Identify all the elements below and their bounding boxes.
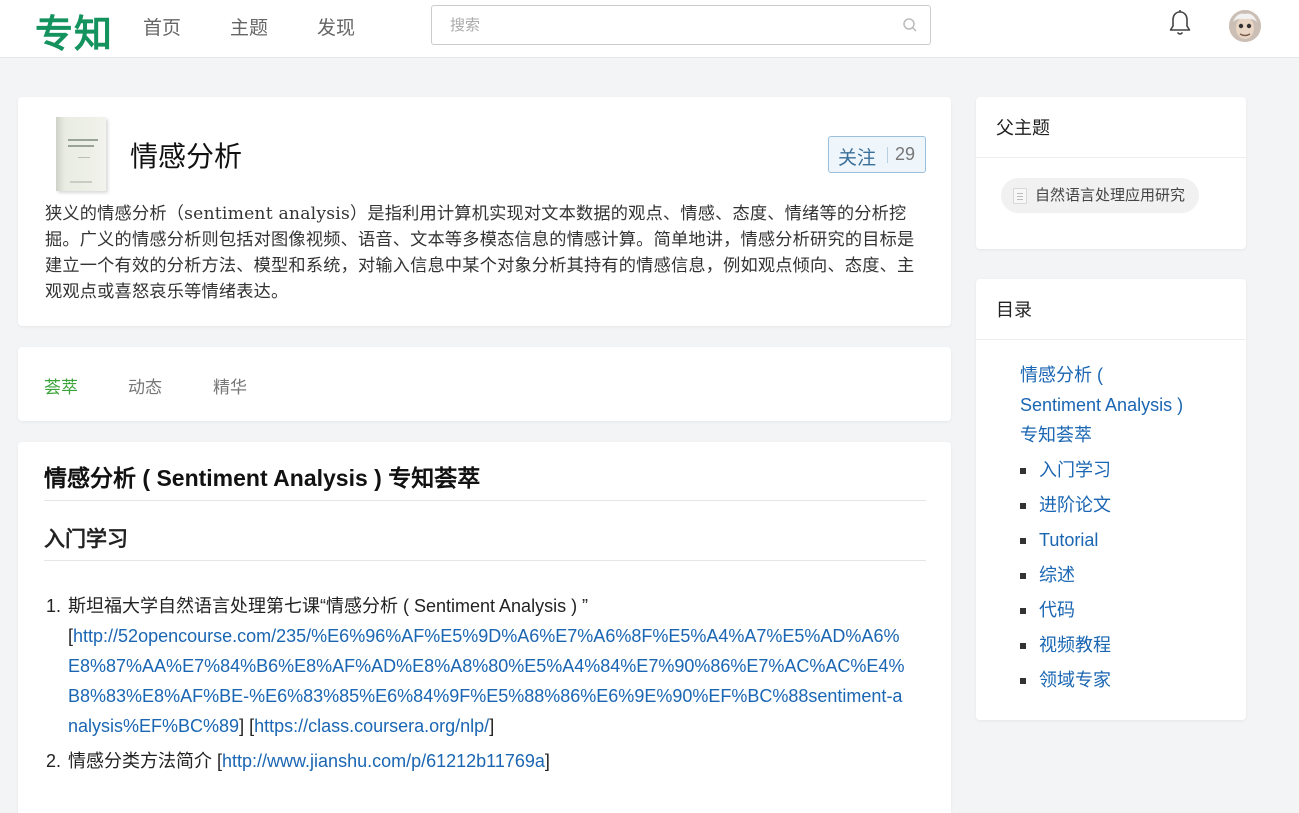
parent-topic-label: 自然语言处理应用研究 [1035,187,1186,204]
bell-icon[interactable] [1167,9,1193,37]
site-logo[interactable]: 专知 [35,3,113,58]
tab-activity[interactable]: 动态 [128,373,162,398]
search-box [431,5,931,45]
divider [976,339,1246,340]
toc-link-experts[interactable]: 领域专家 [1039,670,1111,690]
resource-link[interactable]: https://class.coursera.org/nlp/ [254,716,489,736]
document-icon [1013,188,1027,204]
toc-link-survey[interactable]: 综述 [1039,565,1075,585]
list-number: 2. [46,751,62,771]
list-item: 2. 情感分类方法简介 [http://www.jianshu.com/p/61… [46,746,906,776]
resource-link[interactable]: http://www.jianshu.com/p/61212b11769a [222,751,545,771]
divider [44,500,926,501]
table-of-contents-card: 目录 情感分析 ( Sentiment Analysis ) 专知荟萃 入门学习… [976,279,1246,720]
toc-title: 目录 [996,300,1032,320]
nav-discover[interactable]: 发现 [317,13,355,40]
toc-list: 入门学习 进阶论文 Tutorial 综述 代码 视频教程 领域专家 [1020,455,1111,700]
resource-list: 1. 斯坦福大学自然语言处理第七课“情感分析 ( Sentiment Analy… [46,591,906,776]
toc-item: 综述 [1020,560,1111,595]
user-avatar[interactable] [1229,10,1261,42]
toc-link-papers[interactable]: 进阶论文 [1039,495,1111,515]
toc-link-tutorial[interactable]: Tutorial [1039,530,1098,550]
follow-label: 关注 [838,148,877,169]
topic-cover-image [56,117,106,191]
parent-topic-card: 父主题 自然语言处理应用研究 [976,97,1246,249]
nav-home[interactable]: 首页 [143,13,181,40]
search-input[interactable] [432,6,892,44]
article-title: 情感分析 ( Sentiment Analysis ) 专知荟萃 [44,465,481,491]
bracket: [ [212,751,223,771]
bracket: ] [489,716,495,736]
article-card: 情感分析 ( Sentiment Analysis ) 专知荟萃 入门学习 1.… [18,442,951,813]
follow-divider [887,147,888,163]
divider [44,560,926,561]
nav-topics[interactable]: 主题 [230,13,268,40]
topic-title: 情感分析 [130,140,243,173]
topic-card: 情感分析 关注 29 狭义的情感分析（sentiment analysis）是指… [18,97,951,326]
toc-main-line: 专知荟萃 [1020,425,1092,445]
tab-highlights[interactable]: 荟萃 [44,373,78,398]
toc-item: 视频教程 [1020,630,1111,665]
parent-topic-chip[interactable]: 自然语言处理应用研究 [1001,178,1200,213]
toc-item: 进阶论文 [1020,490,1111,525]
topic-description: 狭义的情感分析（sentiment analysis）是指利用计算机实现对文本数… [45,204,915,302]
list-number: 1. [46,596,62,616]
search-icon[interactable] [902,17,918,33]
item-text: 情感分类方法简介 [68,751,212,771]
toc-item: 领域专家 [1020,665,1111,700]
toc-link-intro[interactable]: 入门学习 [1039,460,1111,480]
tab-essence[interactable]: 精华 [213,373,247,398]
toc-item: 入门学习 [1020,455,1111,490]
follow-count: 29 [895,144,916,164]
toc-link-code[interactable]: 代码 [1039,600,1075,620]
section-heading: 入门学习 [44,528,128,551]
top-navbar: 专知 首页 主题 发现 [0,0,1299,58]
bracket: ] [544,751,550,771]
toc-main-link[interactable]: 情感分析 ( Sentiment Analysis ) 专知荟萃 [1020,360,1210,450]
parent-topic-title: 父主题 [996,118,1050,138]
divider [976,157,1246,158]
toc-item: 代码 [1020,595,1111,630]
toc-main-line: 情感分析 ( [1020,365,1103,385]
bracket: ] [ [239,716,255,736]
toc-link-video[interactable]: 视频教程 [1039,635,1111,655]
content-tabs: 荟萃 动态 精华 [18,347,951,421]
list-item: 1. 斯坦福大学自然语言处理第七课“情感分析 ( Sentiment Analy… [46,591,906,741]
toc-item: Tutorial [1020,525,1111,560]
item-text: 斯坦福大学自然语言处理第七课“情感分析 ( Sentiment Analysis… [68,596,589,616]
toc-main-line: Sentiment Analysis ) [1020,395,1184,415]
follow-button[interactable]: 关注 29 [828,136,926,173]
avatar-image [1229,10,1261,42]
